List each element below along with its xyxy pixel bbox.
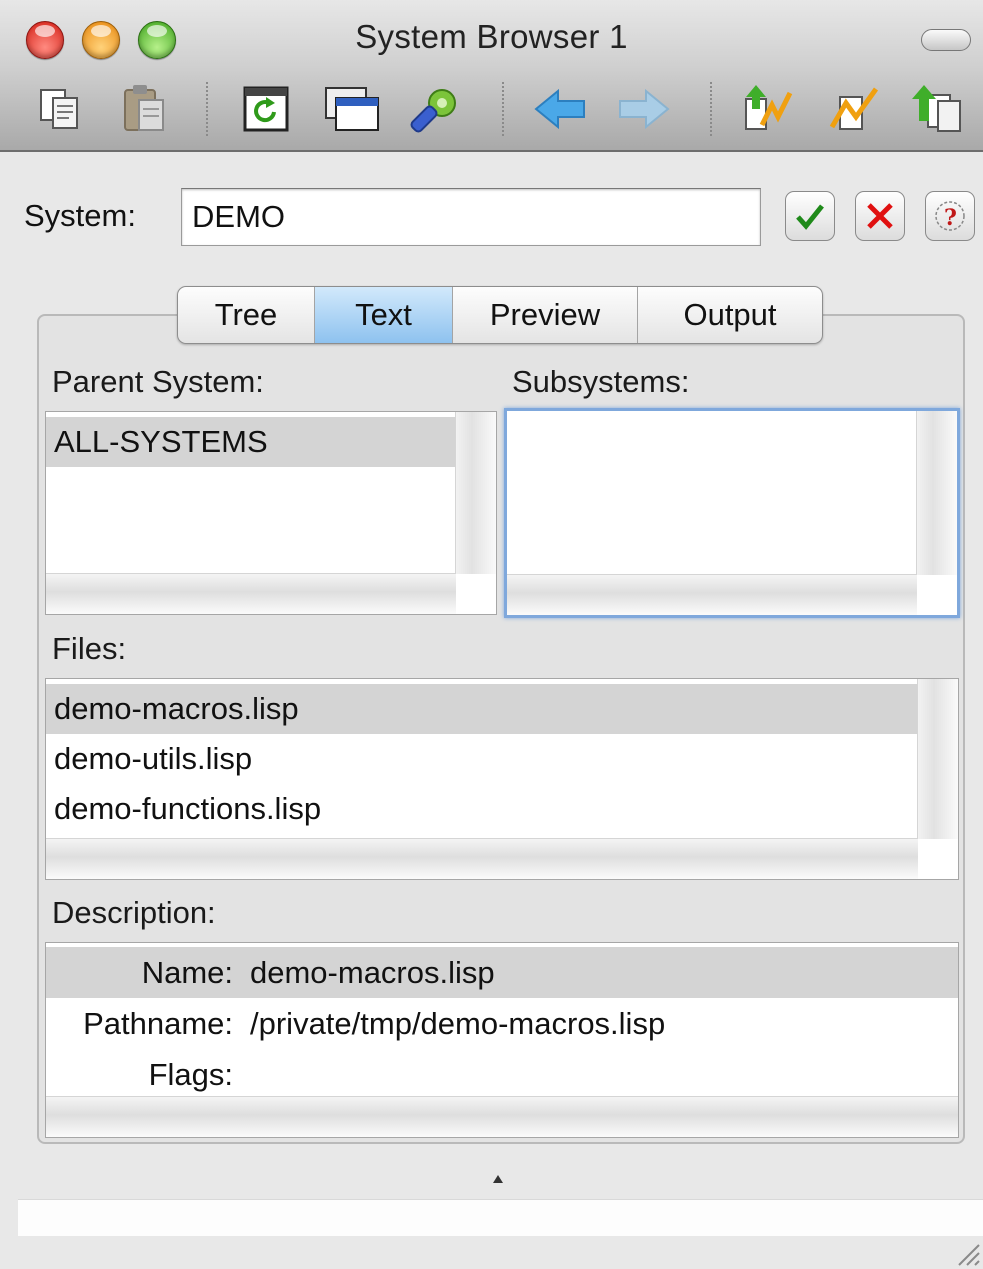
description-row-name: Name: demo-macros.lisp (46, 947, 958, 998)
files-label: Files: (52, 631, 127, 666)
compile-load-button[interactable] (738, 78, 798, 140)
vertical-scrollbar[interactable] (455, 412, 496, 575)
description-key: Name: (141, 955, 233, 990)
toolbar-separator (206, 82, 208, 136)
confirm-button[interactable] (785, 191, 835, 241)
preferences-icon (410, 89, 456, 133)
paste-button[interactable] (114, 78, 174, 140)
description-panel: Name: demo-macros.lisp Pathname: /privat… (45, 942, 959, 1138)
description-label: Description: (52, 895, 216, 930)
window-title: System Browser 1 (355, 18, 628, 55)
compile-button[interactable] (824, 78, 884, 140)
copy-button[interactable] (30, 78, 90, 140)
paste-icon (124, 85, 164, 131)
subsystems-list[interactable] (504, 408, 960, 618)
preferences-button[interactable] (406, 78, 466, 140)
tab-tree[interactable]: Tree (178, 287, 315, 343)
tab-text[interactable]: Text (315, 287, 453, 343)
parent-system-list[interactable]: ALL-SYSTEMS (45, 411, 497, 615)
cross-icon (867, 203, 893, 229)
help-button[interactable]: ? (925, 191, 975, 241)
toolbar-toggle-button[interactable] (921, 29, 971, 51)
vertical-scrollbar[interactable] (916, 411, 957, 575)
refresh-icon (243, 86, 289, 132)
status-bar (18, 1199, 983, 1236)
copy-icon (40, 89, 78, 129)
toolbar-separator (710, 82, 712, 136)
description-key: Pathname: (83, 1006, 233, 1041)
system-label: System: (24, 198, 136, 233)
tab-bar: Tree Text Preview Output (177, 286, 823, 344)
toolbar-separator (502, 82, 504, 136)
question-icon: ? (935, 201, 965, 231)
description-key: Flags: (148, 1057, 233, 1092)
description-value: demo-macros.lisp (250, 955, 495, 990)
horizontal-scrollbar[interactable] (46, 838, 918, 879)
list-item[interactable]: demo-macros.lisp (46, 684, 958, 734)
tab-preview[interactable]: Preview (453, 287, 638, 343)
checkmark-icon (796, 204, 824, 230)
refresh-button[interactable] (236, 78, 296, 140)
new-window-icon (325, 87, 379, 131)
svg-text:?: ? (944, 205, 957, 231)
description-value: /private/tmp/demo-macros.lisp (250, 1006, 666, 1041)
resize-grip-icon[interactable] (951, 1237, 981, 1267)
subsystems-label: Subsystems: (512, 364, 690, 399)
cancel-button[interactable] (855, 191, 905, 241)
back-button[interactable] (530, 78, 590, 140)
back-arrow-icon (534, 88, 585, 130)
horizontal-scrollbar[interactable] (46, 573, 456, 614)
compile-icon (829, 87, 879, 130)
list-item[interactable]: demo-functions.lisp (46, 784, 958, 834)
title-toolbar-area: System Browser 1 (0, 0, 983, 152)
scroll-corner (917, 575, 957, 615)
horizontal-scrollbar[interactable] (46, 1096, 958, 1137)
parent-system-label: Parent System: (52, 364, 264, 399)
compile-load-icon (745, 85, 793, 130)
files-list[interactable]: demo-macros.lisp demo-utils.lisp demo-fu… (45, 678, 959, 880)
system-input[interactable] (181, 188, 761, 246)
vertical-scrollbar[interactable] (917, 679, 958, 839)
horizontal-scrollbar[interactable] (507, 574, 917, 615)
forward-button[interactable] (614, 78, 674, 140)
list-item[interactable]: demo-utils.lisp (46, 734, 958, 784)
list-item[interactable]: ALL-SYSTEMS (46, 417, 496, 467)
scroll-corner (456, 574, 496, 614)
description-row-flags: Flags: (46, 1049, 958, 1100)
load-button[interactable] (908, 78, 968, 140)
scroll-corner (918, 839, 958, 879)
splitter-handle-icon[interactable] (493, 1175, 503, 1183)
new-window-button[interactable] (322, 78, 382, 140)
forward-arrow-icon (619, 88, 670, 130)
load-icon (912, 85, 961, 132)
tab-output[interactable]: Output (638, 287, 822, 343)
description-row-pathname: Pathname: /private/tmp/demo-macros.lisp (46, 998, 958, 1049)
